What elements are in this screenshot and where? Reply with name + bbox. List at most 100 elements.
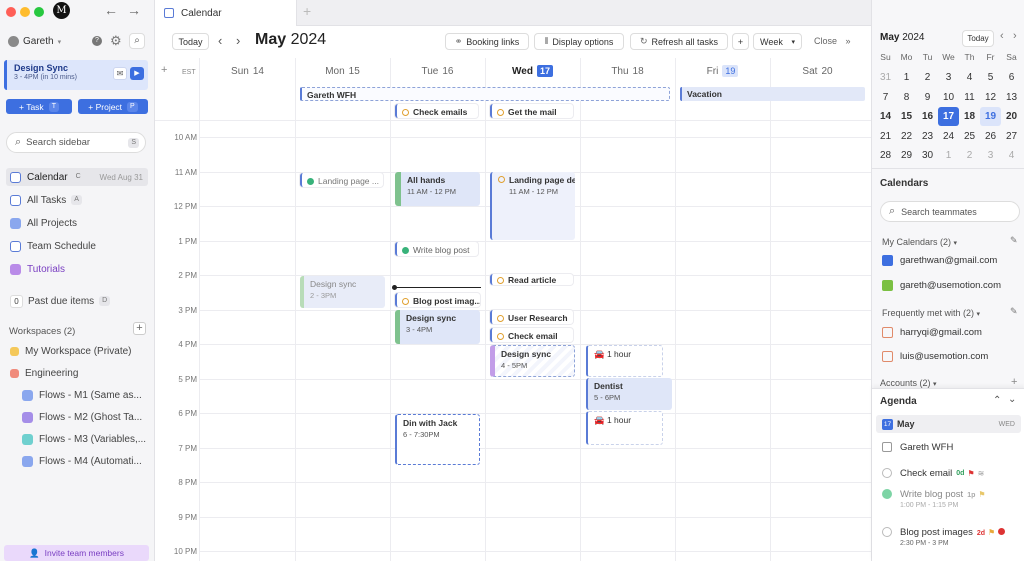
event-travel-1-hour-2[interactable]: 🚘 1 hour — [586, 411, 663, 445]
allday-event-wfh[interactable]: Gareth WFH — [300, 87, 670, 101]
workspace-item[interactable]: My Workspace (Private) — [6, 342, 148, 360]
frequently-met-header[interactable]: Frequently met with (2) ▾ — [882, 308, 980, 318]
event-design-sync-wed[interactable]: Design sync 4 - 5PM — [490, 345, 575, 377]
day-header-mon[interactable]: Mon 15 — [295, 66, 390, 77]
close-panel-button[interactable]: Close » — [814, 36, 851, 46]
today-button[interactable]: Today — [172, 33, 209, 50]
allday-event-vacation[interactable]: Vacation — [680, 87, 865, 101]
close-window-button[interactable] — [6, 7, 16, 17]
mini-day[interactable]: 5 — [980, 68, 1001, 87]
mini-prev-chevron-icon[interactable]: ‹ — [1000, 30, 1004, 42]
mini-day[interactable]: 22 — [896, 127, 917, 146]
sidebar-item-past-due[interactable]: 0 Past due items D — [6, 292, 148, 310]
mini-day[interactable]: 15 — [896, 107, 917, 126]
mini-day[interactable]: 19 — [980, 107, 1001, 126]
day-header-wed[interactable]: Wed 17 — [485, 65, 580, 77]
mini-day[interactable]: 31 — [875, 68, 896, 87]
mini-day[interactable]: 13 — [1001, 88, 1022, 107]
mini-next-chevron-icon[interactable]: › — [1013, 30, 1017, 42]
calendar-account[interactable]: gareth@usemotion.com — [882, 280, 1001, 291]
task-status-icon[interactable] — [882, 527, 892, 537]
calendar-account[interactable]: garethwan@gmail.com — [882, 255, 997, 266]
new-tab-button[interactable]: + — [303, 3, 311, 19]
mini-day[interactable]: 2 — [959, 146, 980, 165]
mini-day[interactable]: 24 — [938, 127, 959, 146]
mini-day[interactable]: 3 — [980, 146, 1001, 165]
mini-day[interactable]: 3 — [938, 68, 959, 87]
view-select[interactable]: Week ▾ — [753, 33, 802, 50]
minimize-window-button[interactable] — [20, 7, 30, 17]
mini-day[interactable]: 23 — [917, 127, 938, 146]
sidebar-item-calendar[interactable]: Calendar C Wed Aug 31 — [6, 168, 148, 186]
sidebar-search-input[interactable]: Search sidebar — [26, 137, 123, 148]
chevron-down-icon[interactable]: ⌄ — [1008, 394, 1016, 405]
mini-day[interactable]: 11 — [959, 88, 980, 107]
event-landing-page-wed[interactable]: Landing page des 11 AM - 12 PM — [490, 172, 575, 240]
mini-day[interactable]: 17 — [938, 107, 959, 126]
task-check-emails[interactable]: Check emails — [395, 104, 478, 118]
add-column-icon[interactable]: + — [161, 64, 167, 76]
back-arrow-icon[interactable]: ← — [104, 2, 118, 18]
edit-pencil-icon[interactable]: ✎ — [1010, 235, 1018, 246]
agenda-item[interactable]: Write blog post 1p ⚑ 1:00 PM - 1:15 PM — [872, 487, 1024, 511]
event-travel-1-hour[interactable]: 🚘 1 hour — [586, 345, 663, 377]
search-icon[interactable]: ⌕ — [129, 33, 145, 49]
task-landing-page-mon[interactable]: Landing page ... — [300, 173, 383, 187]
project-item[interactable]: Flows - M4 (Automati... — [18, 452, 148, 470]
task-get-mail[interactable]: Get the mail — [490, 104, 573, 118]
add-event-button[interactable]: + — [732, 33, 749, 50]
search-teammates-input[interactable]: Search teammates — [901, 207, 977, 217]
invite-team-button[interactable]: 👤 Invite team members — [4, 545, 149, 561]
my-calendars-header[interactable]: My Calendars (2) ▾ — [882, 237, 957, 247]
booking-links-button[interactable]: ⚭ Booking links — [445, 33, 529, 50]
mini-day[interactable]: 4 — [1001, 146, 1022, 165]
edit-pencil-icon[interactable]: ✎ — [1010, 306, 1018, 317]
sidebar-item-all-projects[interactable]: All Projects — [6, 214, 148, 232]
mini-day[interactable]: 10 — [938, 88, 959, 107]
sidebar-item-all-tasks[interactable]: All Tasks A — [6, 191, 148, 209]
add-workspace-icon[interactable]: + — [133, 322, 146, 335]
mini-day[interactable]: 26 — [980, 127, 1001, 146]
add-task-button[interactable]: + Task T — [6, 99, 72, 114]
maximize-window-button[interactable] — [34, 7, 44, 17]
mini-day[interactable]: 9 — [917, 88, 938, 107]
agenda-item[interactable]: Blog post images 2d ⚑ 2:30 PM - 3 PM — [872, 525, 1024, 549]
event-design-sync-tue[interactable]: Design sync 3 - 4PM — [395, 310, 480, 344]
refresh-tasks-button[interactable]: ↻ Refresh all tasks — [630, 33, 728, 50]
accounts-header[interactable]: Accounts (2) ▾ — [880, 378, 937, 388]
agenda-item[interactable]: Check email 0d ⚑ ≋ — [872, 461, 1024, 485]
mini-today-button[interactable]: Today — [962, 30, 994, 47]
video-icon[interactable]: ▶ — [130, 67, 144, 80]
mini-day[interactable]: 12 — [980, 88, 1001, 107]
mini-day[interactable]: 30 — [917, 146, 938, 165]
user-menu[interactable]: Gareth ▾ — [8, 36, 61, 47]
checkbox-icon[interactable] — [882, 351, 893, 362]
add-project-button[interactable]: + Project P — [78, 99, 148, 114]
add-account-icon[interactable]: + — [1011, 376, 1017, 388]
task-write-blog[interactable]: Write blog post — [395, 242, 478, 256]
day-header-fri[interactable]: Fri 19 — [675, 65, 770, 77]
checkbox-icon[interactable] — [882, 327, 893, 338]
gear-icon[interactable]: ⚙ — [110, 33, 122, 49]
day-header-tue[interactable]: Tue 16 — [390, 66, 485, 77]
mini-day[interactable]: 25 — [959, 127, 980, 146]
display-options-button[interactable]: ⫴ Display options — [534, 33, 624, 50]
project-item[interactable]: Flows - M3 (Variables,... — [18, 430, 148, 448]
mini-day[interactable]: 29 — [896, 146, 917, 165]
mini-day[interactable]: 27 — [1001, 127, 1022, 146]
teammate-item[interactable]: harryqi@gmail.com — [882, 327, 982, 338]
teammate-item[interactable]: luis@usemotion.com — [882, 351, 988, 362]
help-icon[interactable]: ? — [92, 36, 102, 46]
task-read-article[interactable]: Read article — [490, 274, 573, 285]
event-dentist[interactable]: Dentist 5 - 6PM — [586, 378, 672, 410]
sidebar-item-team-schedule[interactable]: Team Schedule — [6, 237, 148, 255]
task-user-research[interactable]: User Research — [490, 310, 573, 324]
tab-calendar[interactable]: Calendar — [155, 0, 297, 26]
mini-day[interactable]: 21 — [875, 127, 896, 146]
mini-day[interactable]: 7 — [875, 88, 896, 107]
upcoming-event-card[interactable]: Design Sync 3 - 4PM (in 10 mins) ✉ ▶ — [4, 60, 148, 90]
project-item[interactable]: Flows - M2 (Ghost Ta... — [18, 408, 148, 426]
mini-day[interactable]: 16 — [917, 107, 938, 126]
agenda-item[interactable]: Gareth WFH — [872, 435, 1024, 459]
mini-day[interactable]: 18 — [959, 107, 980, 126]
